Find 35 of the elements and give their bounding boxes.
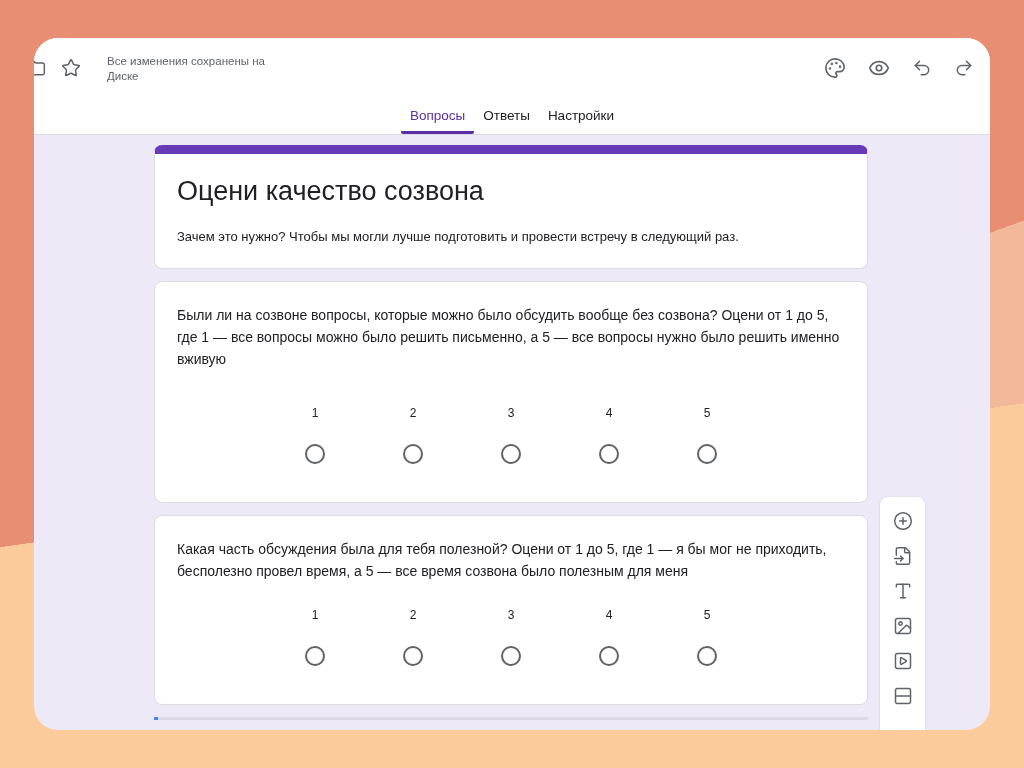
scale-label: 4 bbox=[605, 406, 613, 420]
tab[interactable]: Ответы bbox=[474, 106, 539, 134]
file-arrow-icon[interactable] bbox=[892, 546, 913, 566]
star-icon[interactable] bbox=[61, 58, 81, 78]
radio-button[interactable] bbox=[599, 646, 619, 666]
scale-label: 1 bbox=[311, 608, 319, 622]
scale-label: 3 bbox=[507, 406, 515, 420]
question-text: Какая часть обсуждения была для тебя полезной? Оцени от 1 до 5, где 1 — я бы мог не приходить, бесполезно провел время, а 5 — все время созвона было полезным для меня bbox=[177, 540, 828, 581]
radio-button[interactable] bbox=[305, 444, 325, 464]
radio-button[interactable] bbox=[697, 646, 717, 666]
tab[interactable]: Настройки bbox=[538, 106, 624, 134]
radio-button[interactable] bbox=[403, 444, 423, 464]
radio-button[interactable] bbox=[599, 444, 619, 464]
radio-button[interactable] bbox=[305, 646, 325, 666]
scale-label: 2 bbox=[409, 406, 417, 420]
scale-label: 5 bbox=[703, 608, 711, 622]
section-icon[interactable] bbox=[892, 686, 913, 706]
scale-label: 2 bbox=[409, 608, 417, 622]
scale-label: 5 bbox=[703, 406, 711, 420]
form-description: Зачем это нужно? Чтобы мы могли лучше подготовить и провести встречу в следующий раз. bbox=[177, 229, 740, 244]
image-icon[interactable] bbox=[892, 616, 913, 636]
radio-button[interactable] bbox=[403, 646, 423, 666]
radio-button[interactable] bbox=[501, 444, 521, 464]
video-icon[interactable] bbox=[892, 651, 913, 671]
tab[interactable]: Вопросы bbox=[400, 106, 475, 134]
radio-button[interactable] bbox=[501, 646, 521, 666]
scale-label: 3 bbox=[507, 608, 515, 622]
save-status: Все изменения сохранены на Диске bbox=[107, 54, 266, 84]
question-text: Были ли на созвоне вопросы, которые можно было обсудить вообще без созвона? Оцени от 1 до 5, где 1 — все вопросы можно было решить письменно, а 5 — все вопросы нужно было решить именно вживую bbox=[177, 306, 841, 369]
form-title: Оцени качество созвона bbox=[177, 176, 485, 207]
add-circle-icon[interactable] bbox=[892, 511, 913, 531]
scale-label: 4 bbox=[605, 608, 613, 622]
palette-icon[interactable] bbox=[824, 57, 846, 79]
scale-label: 1 bbox=[311, 406, 319, 420]
radio-button[interactable] bbox=[697, 444, 717, 464]
